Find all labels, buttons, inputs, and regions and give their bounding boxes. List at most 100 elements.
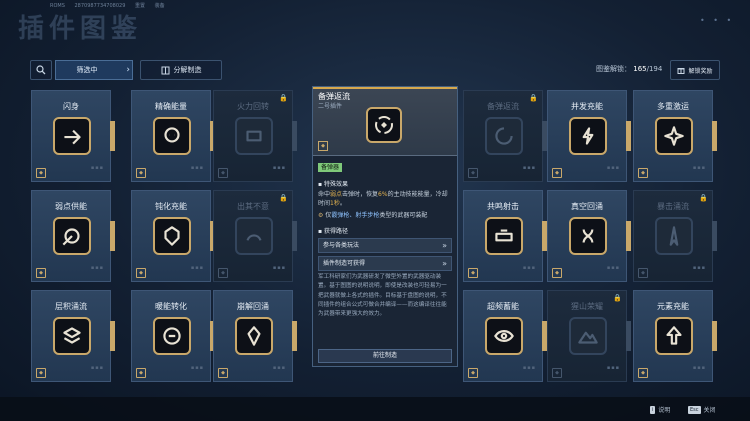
spiky-shield-icon xyxy=(153,217,191,255)
plugin-card[interactable]: 火力回转 ◆ 🔒 ▪▪▪ xyxy=(213,90,297,182)
effect-text-part: 击弹时，恢复 xyxy=(342,191,379,198)
footer-bar xyxy=(0,397,750,421)
plugin-card[interactable]: 钝化充能 ◆ ▪▪▪ xyxy=(131,190,215,282)
card-pips: ▪▪▪ xyxy=(90,165,104,171)
search-button[interactable] xyxy=(30,60,52,80)
help-button[interactable]: i 说明 xyxy=(650,405,670,414)
close-key: Esc xyxy=(688,405,701,414)
weapon-restriction: ⚙ 仅霰弹枪、射手步枪类型的武器可装配 xyxy=(318,211,452,220)
help-key: i xyxy=(650,405,656,414)
plugin-card[interactable]: 并发充能 ◆ ▪▪▪ xyxy=(547,90,631,182)
weapon-text: 类型的武器可装配 xyxy=(379,212,428,219)
card-pips: ▪▪▪ xyxy=(272,265,286,271)
plugin-card[interactable]: 备弹返流 ◆ 🔒 ▪▪▪ xyxy=(463,90,547,182)
unlock-reward-button[interactable]: 解锁奖励 xyxy=(670,60,720,80)
collection-total: /194 xyxy=(646,65,663,73)
rarity-icon: ◆ xyxy=(638,368,648,378)
effect-description: 命中弱点击弹时，恢复6%的主动技能能量，冷却时间1秒。 xyxy=(318,190,452,208)
card-edge-tab xyxy=(110,321,115,351)
decompose-button[interactable]: 分解制造 xyxy=(140,60,222,80)
plugin-card[interactable]: 暖能转化 ◆ ▪▪▪ xyxy=(131,290,215,382)
plugin-card[interactable]: 多重激运 ◆ ▪▪▪ xyxy=(633,90,717,182)
card-pips: ▪▪▪ xyxy=(606,365,620,371)
card-pips: ▪▪▪ xyxy=(90,365,104,371)
card-pips: ▪▪▪ xyxy=(606,265,620,271)
plugin-card[interactable]: 出其不意 ◆ 🔒 ▪▪▪ xyxy=(213,190,297,282)
rarity-icon: ◆ xyxy=(638,268,648,278)
lock-icon: 🔒 xyxy=(529,94,538,102)
filter-dropdown[interactable]: 筛选中 › xyxy=(55,60,133,80)
card-edge-tab xyxy=(712,321,717,351)
effect-highlight: 弱点 xyxy=(330,191,343,198)
plugin-card[interactable]: 暴击涌流 ◆ 🔒 ▪▪▪ xyxy=(633,190,717,282)
layer-icon xyxy=(53,317,91,355)
more-icon[interactable]: • • • xyxy=(700,16,734,25)
plugin-card-name: 并发充能 xyxy=(571,102,603,111)
plugin-card-name: 真空回涌 xyxy=(571,202,603,211)
close-button[interactable]: Esc 关闭 xyxy=(688,405,716,414)
obtain-item-gameplay[interactable]: 参与各类玩法 » xyxy=(318,238,452,253)
plugin-card[interactable]: 层积涌流 ◆ ▪▪▪ xyxy=(31,290,115,382)
obtain-title: 获得路径 xyxy=(323,228,348,235)
plugin-detail-popup: 备弹返流 二号插件 ◆ 备弹器 ▪ 特殊效果 命中弱点击弹时，恢复6%的主动技能… xyxy=(312,86,458,367)
crit-icon xyxy=(655,217,693,255)
collection-label: 图鉴解锁： xyxy=(596,65,631,73)
filter-label: 筛选中 xyxy=(76,66,98,74)
rarity-icon: ◆ xyxy=(218,168,228,178)
plugin-card-name: 元素充能 xyxy=(657,302,689,311)
surprise-icon xyxy=(235,217,273,255)
collection-current: 165 xyxy=(633,65,647,73)
plugin-card[interactable]: 精确能量 ◆ ▪▪▪ xyxy=(131,90,215,182)
skull-target-icon xyxy=(153,117,191,155)
plugin-card[interactable]: 真空回涌 ◆ ▪▪▪ xyxy=(547,190,631,282)
effect-title: 特殊效果 xyxy=(323,181,348,188)
card-edge-tab xyxy=(712,121,717,151)
lock-icon: 🔒 xyxy=(613,294,622,302)
recycle-icon xyxy=(485,117,523,155)
rarity-icon: ◆ xyxy=(136,368,146,378)
double-chevron-icon: » xyxy=(442,259,447,268)
plugin-card[interactable]: 弱点供能 ◆ ▪▪▪ xyxy=(31,190,115,282)
crystal-icon xyxy=(235,317,273,355)
rarity-icon: ◆ xyxy=(552,368,562,378)
search-icon xyxy=(36,65,46,75)
card-edge-tab xyxy=(292,221,297,251)
close-label: 关闭 xyxy=(703,407,716,414)
resonance-icon xyxy=(485,217,523,255)
plugin-card-name: 暖能转化 xyxy=(155,302,187,311)
plugin-card-name: 暴击涌流 xyxy=(657,202,689,211)
eye-icon xyxy=(485,317,523,355)
rarity-icon: ◆ xyxy=(136,168,146,178)
burst-icon xyxy=(655,117,693,155)
obtain-item-craft[interactable]: 插件制造可获得 » xyxy=(318,256,452,271)
bolt-circle-icon xyxy=(569,117,607,155)
recycle-icon xyxy=(366,107,402,143)
card-pips: ▪▪▪ xyxy=(606,165,620,171)
plugin-card[interactable]: 崩解回涌 ◆ ▪▪▪ xyxy=(213,290,297,382)
collection-progress: 图鉴解锁： 165/194 xyxy=(596,64,662,74)
rarity-icon: ◆ xyxy=(468,268,478,278)
plugin-card[interactable]: 猩山荣耀 ◆ 🔒 ▪▪▪ xyxy=(547,290,631,382)
help-label: 说明 xyxy=(658,407,671,414)
effect-text-part: 。 xyxy=(339,200,346,207)
vacuum-icon xyxy=(569,217,607,255)
rarity-icon: ◆ xyxy=(36,168,46,178)
plugin-card[interactable]: 超频蓄能 ◆ ▪▪▪ xyxy=(463,290,547,382)
chevron-right-icon: › xyxy=(126,65,130,75)
rarity-icon: ◆ xyxy=(218,268,228,278)
reward-label: 解锁奖励 xyxy=(688,67,713,75)
plugin-card[interactable]: 闪身 ◆ ▪▪▪ xyxy=(31,90,115,182)
plugin-card-name: 多重激运 xyxy=(657,102,689,111)
meta-item: ROMS xyxy=(50,3,65,9)
ammo-icon xyxy=(235,117,273,155)
card-edge-tab xyxy=(110,221,115,251)
card-pips: ▪▪▪ xyxy=(692,165,706,171)
plugin-card[interactable]: 共鸣射击 ◆ ▪▪▪ xyxy=(463,190,547,282)
effect-highlight: 6% xyxy=(378,191,388,198)
rarity-icon: ◆ xyxy=(36,268,46,278)
plugin-card-name: 弱点供能 xyxy=(55,202,87,211)
goto-craft-button[interactable]: 前往制造 xyxy=(318,349,452,363)
lock-icon: 🔒 xyxy=(699,194,708,202)
card-edge-tab xyxy=(712,221,717,251)
plugin-card[interactable]: 元素充能 ◆ ▪▪▪ xyxy=(633,290,717,382)
